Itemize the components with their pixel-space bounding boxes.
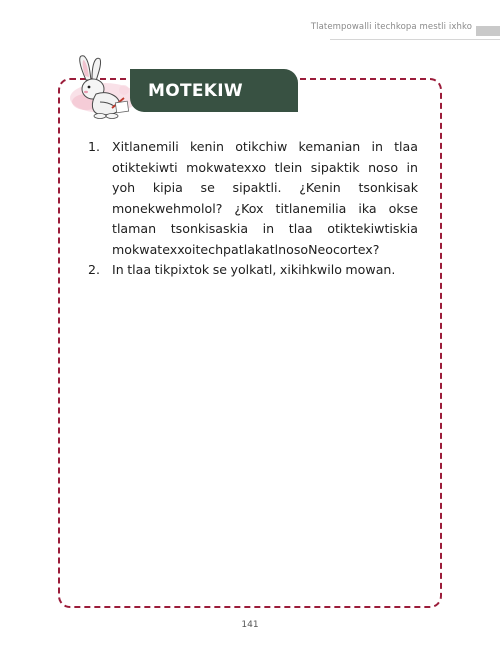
question-item-2: 2. In tlaa tikpixtok se yolkatl, xikihkw… (88, 260, 418, 281)
question-list: 1. Xitlanemili kenin otikchiw kemanian i… (88, 137, 418, 281)
question-number: 1. (88, 139, 101, 154)
activity-title: MOTEKIW (148, 80, 243, 101)
running-header: Tlatempowalli itechkopa mestli ixhko (311, 22, 472, 32)
header-tab-marker (476, 26, 500, 36)
question-number: 2. (88, 262, 101, 277)
running-header-text: Tlatempowalli itechkopa mestli ixhko (310, 22, 472, 32)
question-item-1: 1. Xitlanemili kenin otikchiw kemanian i… (88, 137, 418, 260)
question-text: Xitlanemili kenin otikchiw kemanian in t… (112, 139, 418, 257)
header-rule (330, 39, 500, 40)
question-text: In tlaa tikpixtok se yolkatl, xikihkwilo… (112, 262, 396, 277)
activity-title-banner: MOTEKIW (130, 69, 298, 112)
page-number: 141 (241, 620, 259, 630)
